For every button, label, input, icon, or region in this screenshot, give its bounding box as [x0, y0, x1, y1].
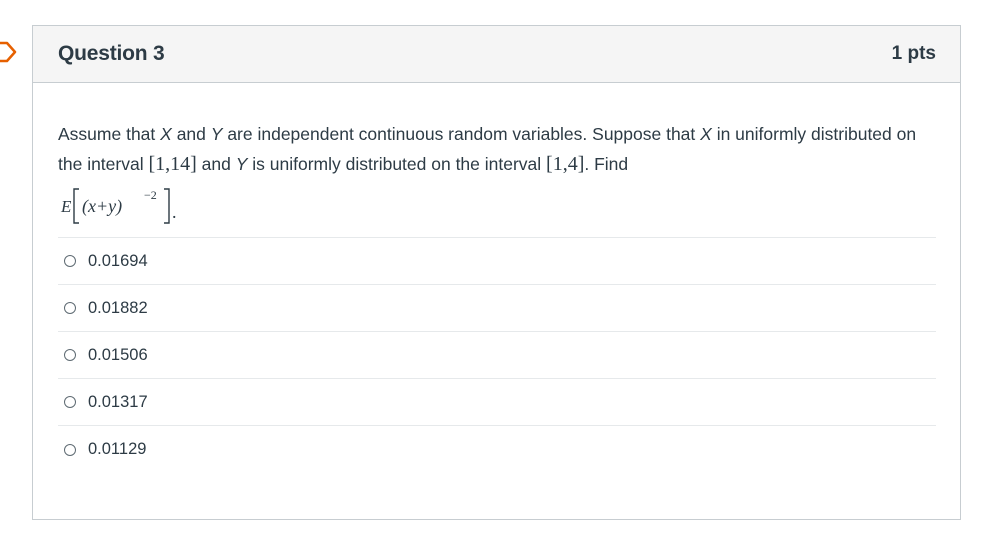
question-text-part6: . Find	[584, 154, 629, 174]
answer-label: 0.01317	[88, 392, 148, 411]
radio-unchecked-icon[interactable]	[64, 396, 76, 408]
formula-expectation-symbol: E	[60, 197, 72, 216]
answer-option-4[interactable]: 0.01317	[58, 379, 936, 426]
question-title: Question 3	[58, 42, 165, 65]
question-text-part2: are independent continuous random variab…	[222, 124, 701, 144]
answer-option-5[interactable]: 0.01129	[58, 426, 936, 473]
interval-y: [1,4]	[546, 153, 585, 175]
question-text-part5: is uniformly distributed on the interval	[247, 154, 547, 174]
variable-x: X	[160, 124, 172, 144]
radio-unchecked-icon[interactable]	[64, 302, 76, 314]
question-points: 1 pts	[891, 43, 936, 64]
question-body: Assume that X and Y are independent cont…	[33, 83, 960, 473]
radio-unchecked-icon[interactable]	[64, 443, 76, 456]
question-text-and: and	[171, 124, 211, 144]
answer-label: 0.01882	[88, 298, 148, 317]
answer-option-3[interactable]: 0.01506	[58, 332, 936, 379]
expectation-formula: E (x+y) −2 .	[60, 188, 177, 224]
formula-period: .	[172, 202, 177, 222]
question-flag-icon[interactable]	[0, 41, 18, 63]
interval-x: [1,14]	[148, 153, 197, 175]
question-text: Assume that X and Y are independent cont…	[58, 119, 936, 179]
answer-label: 0.01129	[88, 440, 147, 458]
variable-y-2: Y	[235, 154, 248, 174]
radio-unchecked-icon[interactable]	[64, 349, 76, 361]
formula-exponent: −2	[144, 188, 157, 202]
radio-unchecked-icon[interactable]	[64, 255, 76, 267]
formula-sum: (x+y)	[82, 196, 122, 217]
question-text-part4: and	[196, 154, 236, 174]
variable-x-2: X	[700, 124, 712, 144]
answer-list: 0.01694 0.01882 0.01506 0.01317 0.01129	[58, 237, 936, 473]
question-text-intro: Assume that	[58, 124, 161, 144]
variable-y: Y	[210, 124, 223, 144]
answer-option-2[interactable]: 0.01882	[58, 285, 936, 332]
answer-label: 0.01506	[88, 345, 148, 364]
answer-label: 0.01694	[88, 251, 148, 270]
question-header: Question 3 1 pts	[33, 26, 960, 83]
question-card: Question 3 1 pts Assume that X and Y are…	[32, 25, 961, 520]
quiz-page: Question 3 1 pts Assume that X and Y are…	[0, 0, 985, 540]
answer-option-1[interactable]: 0.01694	[58, 238, 936, 285]
